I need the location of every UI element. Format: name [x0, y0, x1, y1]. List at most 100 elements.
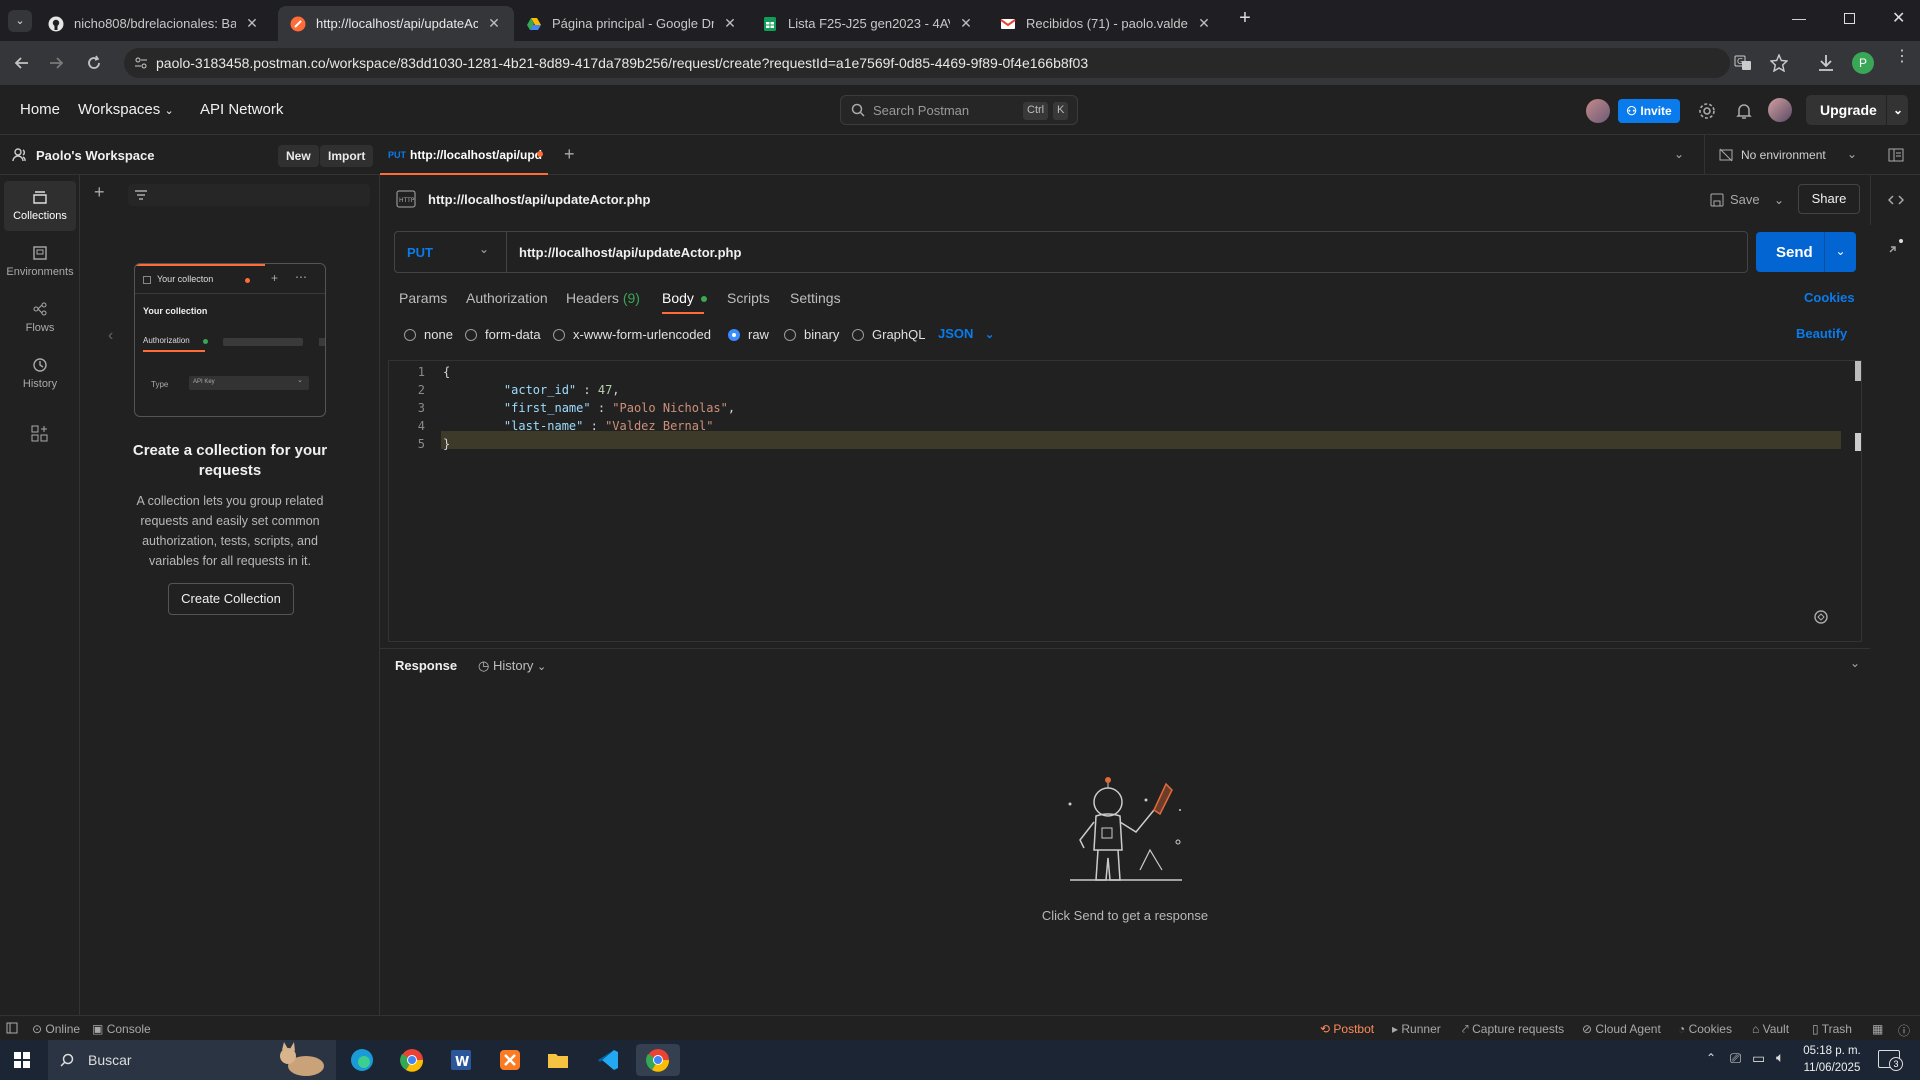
workspace-name[interactable]: Paolo's Workspace [36, 148, 154, 163]
url-input[interactable]: http://localhost/api/updateActor.php [519, 245, 741, 260]
download-icon[interactable] [1816, 53, 1836, 73]
team-avatar[interactable] [1586, 99, 1610, 123]
response-history-button[interactable]: ◷ History ⌄ [478, 658, 546, 674]
tab-body[interactable]: Body [662, 290, 707, 306]
status-cloud-agent[interactable]: ⊘ Cloud Agent [1582, 1022, 1661, 1036]
tab-search-chevron-icon[interactable]: ⌄ [8, 10, 32, 32]
minimize-button[interactable]: — [1792, 10, 1806, 26]
forward-button[interactable] [44, 51, 68, 75]
close-window-button[interactable]: ✕ [1892, 8, 1905, 28]
rail-flows[interactable]: Flows [4, 293, 76, 343]
send-options-chevron-icon[interactable]: ⌄ [1824, 232, 1856, 272]
browser-tab-sheets[interactable]: Lista F25-J25 gen2023 - 4AVP 2 ✕ [750, 6, 986, 41]
close-tab-icon[interactable]: ✕ [1196, 15, 1212, 32]
body-type-form-data[interactable]: form-data [465, 327, 541, 342]
restore-button[interactable] [1844, 13, 1855, 24]
browser-tab-postman[interactable]: http://localhost/api/updateActo ✕ [278, 6, 514, 41]
tab-scripts[interactable]: Scripts [727, 290, 770, 306]
nav-workspaces[interactable]: Workspaces ⌄ [78, 101, 174, 118]
chrome-active-icon[interactable] [636, 1044, 680, 1076]
tray-chevron-up-icon[interactable]: ⌃ [1706, 1051, 1716, 1065]
add-collection-icon[interactable]: + [94, 182, 105, 203]
request-name[interactable]: http://localhost/api/updateActor.php [428, 192, 650, 207]
body-format-select[interactable]: JSON ⌄ [938, 326, 994, 341]
vscode-icon[interactable] [592, 1044, 624, 1076]
tab-settings[interactable]: Settings [790, 290, 841, 306]
toggle-sidebar-icon[interactable] [6, 1022, 18, 1034]
site-info-icon[interactable] [134, 56, 148, 70]
profile-avatar[interactable]: P [1852, 52, 1874, 74]
close-tab-icon[interactable]: ✕ [722, 15, 738, 32]
status-vault[interactable]: ⌂ Vault [1752, 1022, 1789, 1036]
bookmark-star-icon[interactable] [1770, 54, 1788, 72]
new-tab-button[interactable]: + [1234, 8, 1256, 30]
new-button[interactable]: New [278, 145, 319, 167]
back-button[interactable] [10, 51, 34, 75]
rail-environments[interactable]: Environments [4, 237, 76, 287]
beautify-link[interactable]: Beautify [1796, 326, 1847, 341]
body-editor[interactable]: 1 {2 "actor_id" : 47, 3 "first_name" : "Pa… [388, 360, 1862, 642]
status-online[interactable]: ⊙ Online [32, 1022, 80, 1036]
share-button[interactable]: Share [1798, 184, 1860, 214]
xampp-icon[interactable] [494, 1044, 526, 1076]
rail-history[interactable]: History [4, 349, 76, 399]
collapse-arrows-icon[interactable] [1888, 238, 1904, 254]
configure-sidebar-icon[interactable] [31, 425, 49, 443]
body-type-binary[interactable]: binary [784, 327, 839, 342]
environment-selector[interactable]: No environment ⌄ [1704, 135, 1904, 175]
notification-bell-icon[interactable] [1734, 101, 1754, 121]
request-tab[interactable]: PUT http://localhost/api/upd [380, 135, 548, 175]
taskbar-search[interactable]: Buscar [48, 1040, 336, 1080]
file-explorer-icon[interactable] [542, 1044, 574, 1076]
filter-collections-input[interactable] [128, 184, 370, 206]
status-cookies[interactable]: ◔ Cookies [1678, 1022, 1732, 1036]
nav-home[interactable]: Home [20, 101, 60, 118]
address-bar[interactable]: paolo-3183458.postman.co/workspace/83dd1… [124, 48, 1788, 78]
chevron-down-icon[interactable]: ⌄ [1886, 95, 1903, 125]
status-console[interactable]: ▣ Console [92, 1022, 151, 1036]
translate-icon[interactable]: G [1734, 54, 1752, 72]
save-button[interactable]: Save ⌄ [1708, 185, 1788, 215]
method-select[interactable]: PUT ⌄ [395, 232, 507, 272]
status-runner[interactable]: ▸ Runner [1392, 1022, 1441, 1036]
status-trash[interactable]: ▯ Trash [1812, 1022, 1852, 1036]
code-panel-toggle[interactable] [1870, 175, 1920, 225]
tab-headers[interactable]: Headers (9) [566, 290, 640, 306]
import-button[interactable]: Import [320, 145, 374, 167]
tray-clock[interactable]: 05:18 p. m. 11/06/2025 [1800, 1043, 1864, 1077]
ai-assist-icon[interactable] [1813, 609, 1829, 625]
browser-tab-github[interactable]: nicho808/bdrelacionales: Base d ✕ [36, 6, 272, 41]
help-icon[interactable]: ⓘ [1898, 1022, 1910, 1039]
environment-quicklook-icon[interactable] [1888, 147, 1904, 163]
tabs-dropdown-icon[interactable]: ⌄ [1674, 147, 1684, 161]
body-type-raw[interactable]: raw [728, 327, 769, 342]
status-capture[interactable]: ⤤ Capture requests [1462, 1022, 1564, 1037]
status-postbot[interactable]: ⟲ Postbot [1320, 1022, 1374, 1036]
cookies-link[interactable]: Cookies [1804, 290, 1855, 305]
invite-button[interactable]: ⚇ Invite [1618, 99, 1680, 123]
tray-network-icon[interactable]: ▭ [1752, 1050, 1765, 1067]
tray-meet-icon[interactable]: ⎚ [1730, 1050, 1741, 1067]
layout-icon[interactable]: ▦ [1872, 1022, 1883, 1036]
add-tab-button[interactable]: + [564, 144, 575, 165]
close-tab-icon[interactable]: ✕ [244, 15, 260, 32]
search-input[interactable]: Search Postman Ctrl K [840, 95, 1078, 125]
windows-start-icon[interactable] [14, 1052, 30, 1068]
user-avatar[interactable] [1768, 98, 1792, 122]
create-collection-button[interactable]: Create Collection [168, 583, 294, 615]
body-type-graphql[interactable]: GraphQL [852, 327, 925, 342]
nav-api-network[interactable]: API Network [200, 101, 283, 118]
body-type-urlencoded[interactable]: x-www-form-urlencoded [553, 327, 711, 342]
rail-collections[interactable]: Collections [4, 181, 76, 231]
editor-scrollbar[interactable] [1855, 361, 1861, 381]
upgrade-button[interactable]: Upgrade ⌄ [1806, 95, 1908, 125]
notification-center-icon[interactable]: 3 [1878, 1050, 1903, 1071]
edge-icon[interactable] [346, 1044, 378, 1076]
reload-button[interactable] [82, 51, 106, 75]
body-type-none[interactable]: none [404, 327, 453, 342]
tab-authorization[interactable]: Authorization [466, 290, 548, 306]
chrome-icon[interactable] [396, 1044, 428, 1076]
chevron-down-icon[interactable]: ⌄ [1774, 185, 1784, 215]
close-tab-icon[interactable]: ✕ [958, 15, 974, 32]
browser-tab-gmail[interactable]: Recibidos (71) - paolo.valdez23 ✕ [988, 6, 1224, 41]
